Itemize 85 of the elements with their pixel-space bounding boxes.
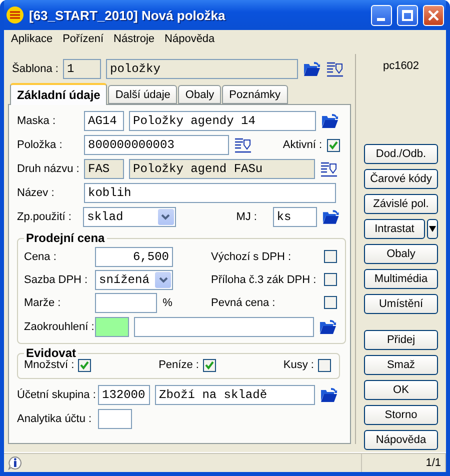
folder-icon[interactable] [320,387,338,403]
input-field[interactable]: 6,500 [95,246,173,266]
group-title: Prodejní cena [25,231,106,245]
unit-label: % [162,296,173,308]
input-field[interactable]: koblih [84,183,336,203]
checkbox[interactable] [318,358,331,372]
action-button[interactable]: Přidej [364,330,438,350]
field-label: Zp.použití : [17,211,72,223]
field-label: Položka : [17,139,64,151]
tab[interactable]: Obaly [178,85,222,104]
input-field[interactable]: 800000000003 [84,135,229,155]
field-label: Účetní skupina : [17,389,93,401]
side-button[interactable]: Umístění [364,294,438,314]
info-icon [8,456,22,470]
list-icon[interactable] [326,61,344,77]
tab[interactable]: Základní údaje [10,83,108,105]
caret-icon [429,225,436,232]
checkbox[interactable] [324,273,337,286]
input-field[interactable] [134,316,314,336]
side-button[interactable]: Čarové kódy [364,169,438,189]
menu-item[interactable]: Nástroje [108,33,160,45]
field-label: Peníze : [158,359,199,371]
menu-item[interactable]: Nápověda [160,33,220,45]
intrastat-button[interactable]: Intrastat [364,219,425,239]
folder-icon[interactable] [303,61,321,77]
window-title: [63_START_2010] Nová položka [29,8,226,22]
input-field[interactable]: Zboží na skladě [155,385,315,405]
side-button[interactable]: Obaly [364,244,438,264]
list-icon[interactable] [234,137,252,153]
folder-icon[interactable] [319,318,337,334]
input-field[interactable]: Položky agendy 14 [129,111,316,131]
field-label: Pevná cena : [211,296,276,308]
folder-icon[interactable] [321,113,339,129]
field-label: Šablona : [11,63,58,75]
checkbox[interactable] [327,138,340,152]
side-button[interactable]: Dod./Odb. [364,144,438,164]
dropdown-button[interactable] [427,219,438,239]
side-button[interactable]: Multimédia [364,269,438,289]
tab[interactable]: Další údaje [108,85,178,104]
folder-icon[interactable] [322,209,340,225]
user-label: pc1602 [382,60,420,72]
input-field[interactable] [95,292,157,312]
dropdown[interactable]: sklad [83,207,176,227]
field-label: Marže : [24,296,62,308]
maximize-icon [402,10,413,20]
list-icon[interactable] [320,161,338,177]
input-field[interactable]: ks [272,207,318,227]
action-button[interactable]: OK [364,380,438,400]
minimize-icon [377,18,385,20]
action-button[interactable]: Nápověda [364,430,438,450]
checkbox[interactable] [324,296,337,309]
maximize-button[interactable] [397,4,418,26]
field-label: Výchozí s DPH : [211,250,292,262]
dropdown[interactable]: snížená [95,270,173,290]
field-label: Analytika účtu : [17,413,93,425]
field-label: Aktivní : [282,139,322,151]
menu-item[interactable]: Aplikace [6,33,58,45]
action-button[interactable]: Smaž [364,355,438,375]
field-label: Cena : [24,250,58,262]
side-button[interactable]: Závislé pol. [364,194,438,214]
close-button[interactable] [423,4,444,26]
input-field[interactable] [98,409,132,429]
field-label: Množství : [24,359,74,371]
input-field[interactable]: 132000 [98,385,150,405]
field-label: Kusy : [283,359,314,371]
field-label: Druh názvu : [17,163,79,175]
input-field[interactable]: AG14 [84,111,124,131]
checkbox[interactable] [202,358,216,372]
field-label: Maska : [17,115,57,127]
input-field[interactable] [95,316,129,336]
minimize-button[interactable] [371,4,392,26]
checkbox[interactable] [78,358,92,372]
caret-icon [158,209,174,225]
field-label: Název : [17,187,56,199]
checkbox[interactable] [324,250,337,263]
tab[interactable]: Poznámky [222,85,288,104]
action-button[interactable]: Storno [364,405,438,425]
field-label: Sazba DPH : [24,274,89,286]
app-logo-icon [6,6,24,24]
group-title: Evidovat [26,346,78,360]
page-counter: 1/1 [426,457,441,469]
menu-item[interactable]: Pořízení [58,33,109,45]
field-label: Příloha č.3 zák DPH : [211,274,318,286]
field-label: MJ : [236,211,258,223]
caret-icon [155,272,171,288]
